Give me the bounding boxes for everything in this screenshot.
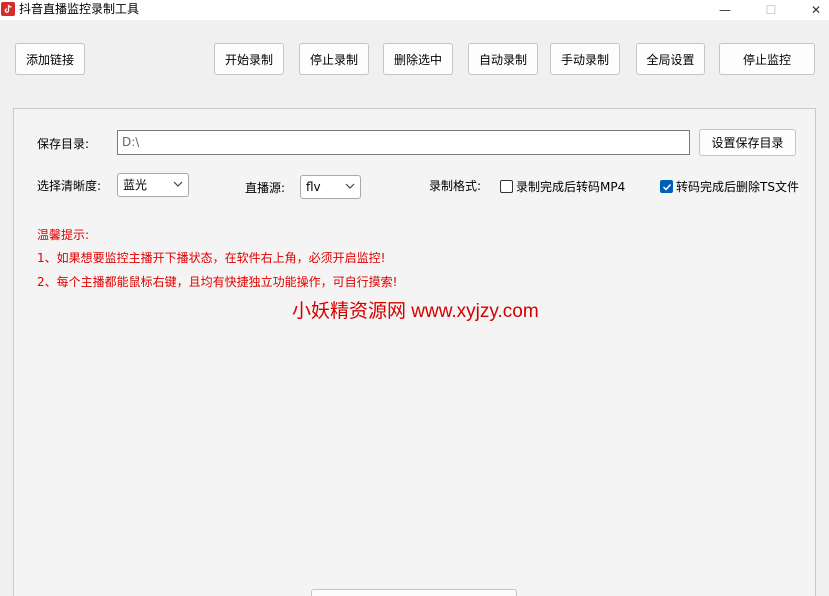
stop-monitor-button[interactable]: 停止监控 xyxy=(719,43,815,75)
app-window: 抖音直播监控录制工具 — ☐ ✕ 添加链接 开始录制 停止录制 删除选中 自动录… xyxy=(0,0,829,596)
bottom-button[interactable] xyxy=(311,589,517,596)
watermark-text: 小妖精资源网 www.xyjzy.com xyxy=(292,301,539,322)
app-logo-icon xyxy=(1,2,15,16)
add-link-button[interactable]: 添加链接 xyxy=(15,43,85,75)
stop-record-button[interactable]: 停止录制 xyxy=(299,43,369,75)
convert-mp4-label: 录制完成后转码MP4 xyxy=(516,180,626,194)
delete-selected-button[interactable]: 删除选中 xyxy=(383,43,453,75)
close-button[interactable]: ✕ xyxy=(793,0,829,20)
auto-record-button[interactable]: 自动录制 xyxy=(468,43,538,75)
tips-title: 温馨提示: xyxy=(37,228,90,242)
title-bar: 抖音直播监控录制工具 — ☐ ✕ xyxy=(0,0,829,20)
minimize-button[interactable]: — xyxy=(702,0,748,20)
format-label: 录制格式: xyxy=(429,179,482,193)
manual-record-button[interactable]: 手动录制 xyxy=(550,43,620,75)
tips-line-1: 1、如果想要监控主播开下播状态，在软件右上角，必须开启监控! xyxy=(37,251,386,265)
maximize-icon: ☐ xyxy=(765,3,777,17)
source-label: 直播源: xyxy=(245,181,286,195)
save-dir-input[interactable]: D:\ xyxy=(117,130,690,155)
quality-select-value: 蓝光 xyxy=(123,178,148,192)
delete-ts-label: 转码完成后删除TS文件 xyxy=(676,180,799,194)
checkmark-icon xyxy=(662,183,672,191)
set-save-dir-button[interactable]: 设置保存目录 xyxy=(699,129,796,156)
convert-mp4-checkbox[interactable] xyxy=(500,180,513,193)
delete-ts-checkbox-row[interactable]: 转码完成后删除TS文件 xyxy=(660,178,799,195)
save-dir-label: 保存目录: xyxy=(37,137,90,151)
maximize-button[interactable]: ☐ xyxy=(748,0,794,20)
tips-line-2: 2、每个主播都能鼠标右键，且均有快捷独立功能操作，可自行摸索! xyxy=(37,275,398,289)
chevron-down-icon xyxy=(173,181,183,187)
minimize-icon: — xyxy=(719,3,731,17)
source-select[interactable]: flv xyxy=(300,175,361,199)
convert-mp4-checkbox-row[interactable]: 录制完成后转码MP4 xyxy=(500,178,625,195)
close-icon: ✕ xyxy=(810,3,822,17)
source-select-value: flv xyxy=(306,180,321,194)
quality-label: 选择清晰度: xyxy=(37,179,102,193)
global-settings-button[interactable]: 全局设置 xyxy=(636,43,705,75)
chevron-down-icon xyxy=(345,183,355,189)
window-title: 抖音直播监控录制工具 xyxy=(19,2,140,16)
start-record-button[interactable]: 开始录制 xyxy=(214,43,284,75)
delete-ts-checkbox[interactable] xyxy=(660,180,673,193)
quality-select[interactable]: 蓝光 xyxy=(117,173,189,197)
